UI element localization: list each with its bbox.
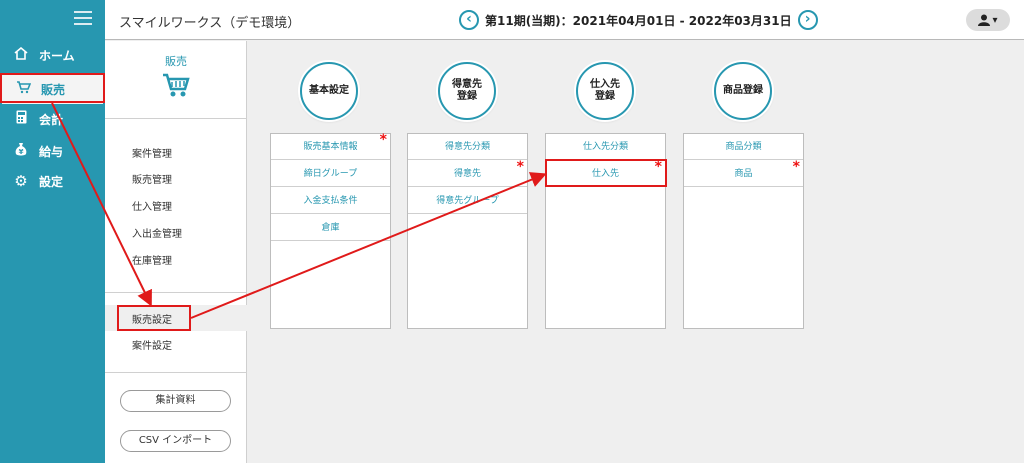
menu-item-project-management[interactable]: 案件管理 bbox=[132, 145, 172, 160]
csv-import-button[interactable]: CSV インポート bbox=[120, 430, 231, 452]
chevron-left-icon[interactable]: ‹ bbox=[459, 10, 479, 30]
app-title: スマイルワークス（デモ環境） bbox=[119, 16, 301, 31]
top-header: スマイルワークス（デモ環境） ‹ 第11期(当期)：2021年04月01日 - … bbox=[105, 0, 1024, 40]
supplier-title-line1: 仕入先 bbox=[590, 79, 620, 90]
customer-registration-box: 得意先分類 得意先 * 得意先グループ bbox=[407, 133, 528, 329]
nav-label-payroll: 給与 bbox=[39, 144, 64, 159]
row-sales-basic-info[interactable]: 販売基本情報 * bbox=[271, 132, 390, 160]
menu-item-sales-management[interactable]: 販売管理 bbox=[132, 171, 172, 186]
row-label: 得意先グループ bbox=[436, 196, 499, 206]
row-label: 仕入先分類 bbox=[582, 142, 628, 152]
menu-label-project-settings: 案件設定 bbox=[132, 340, 172, 352]
caret-down-icon: ▾ bbox=[992, 14, 998, 26]
row-warehouse[interactable]: 倉庫 bbox=[271, 215, 390, 241]
menu-item-cash-management[interactable]: 入出金管理 bbox=[132, 225, 182, 240]
supplier-title-line2: 登録 bbox=[595, 91, 615, 102]
row-product-category[interactable]: 商品分類 bbox=[684, 134, 803, 160]
nav-item-settings[interactable]: ⚙ 設定 bbox=[0, 166, 105, 196]
row-label: 得意先 bbox=[453, 169, 481, 179]
calculator-icon bbox=[12, 110, 30, 128]
required-mark: * bbox=[792, 159, 800, 175]
nav-item-accounting[interactable]: 会計 bbox=[0, 104, 105, 134]
required-mark: * bbox=[379, 132, 387, 148]
nav-label-settings: 設定 bbox=[39, 174, 64, 189]
user-menu-button[interactable]: ▾ bbox=[966, 9, 1010, 31]
money-bag-icon: ¥ bbox=[12, 142, 30, 161]
chevron-right-icon[interactable]: › bbox=[797, 10, 818, 30]
row-label: 商品分類 bbox=[725, 142, 762, 152]
row-label: 商品 bbox=[734, 169, 753, 179]
period-selector: ‹ 第11期(当期)：2021年04月01日 - 2022年03月31日 › bbox=[459, 10, 818, 30]
row-payment-terms[interactable]: 入金支払条件 bbox=[271, 188, 390, 214]
product-registration-circle: 商品登録 bbox=[714, 62, 772, 120]
nav-item-payroll[interactable]: ¥ 給与 bbox=[0, 136, 105, 166]
row-customer[interactable]: 得意先 * bbox=[408, 159, 527, 187]
nav-label-home: ホーム bbox=[39, 48, 75, 63]
annotation-box-sales-settings bbox=[117, 305, 191, 331]
subpanel-buttons: 集計資料 CSV インポート bbox=[105, 372, 247, 463]
menu-item-purchase-management[interactable]: 仕入管理 bbox=[132, 198, 172, 213]
row-customer-group[interactable]: 得意先グループ bbox=[408, 188, 527, 214]
home-icon bbox=[12, 46, 30, 64]
basic-settings-title: 基本設定 bbox=[309, 85, 349, 96]
row-product[interactable]: 商品 * bbox=[684, 159, 803, 187]
basic-settings-box: 販売基本情報 * 締日グループ 入金支払条件 倉庫 bbox=[270, 132, 391, 329]
row-label: 得意先分類 bbox=[444, 142, 490, 152]
summary-report-button[interactable]: 集計資料 bbox=[120, 390, 231, 412]
customer-title-line2: 登録 bbox=[457, 91, 477, 102]
row-supplier-category[interactable]: 仕入先分類 bbox=[546, 134, 665, 160]
gear-icon: ⚙ bbox=[14, 172, 28, 190]
cart-icon bbox=[163, 73, 190, 97]
period-label: 第11期(当期)：2021年04月01日 - 2022年03月31日 bbox=[485, 13, 792, 28]
subpanel-header: 販売 bbox=[105, 41, 247, 119]
user-icon bbox=[978, 14, 991, 26]
product-title: 商品登録 bbox=[723, 85, 763, 96]
customer-registration-circle: 得意先 登録 bbox=[438, 62, 496, 120]
nav-label-accounting: 会計 bbox=[39, 112, 64, 127]
menu-item-inventory-management[interactable]: 在庫管理 bbox=[132, 252, 172, 267]
required-mark: * bbox=[516, 159, 524, 175]
menu-item-project-settings[interactable]: 案件設定 bbox=[105, 331, 247, 357]
annotation-box-sales-nav bbox=[0, 73, 105, 103]
sales-subpanel: 販売 案件管理 販売管理 仕入管理 入出金管理 在庫管理 販売設定 案件設定 集… bbox=[105, 41, 247, 463]
row-label: 販売基本情報 bbox=[303, 142, 358, 152]
row-customer-category[interactable]: 得意先分類 bbox=[408, 134, 527, 160]
row-label: 締日グループ bbox=[303, 169, 358, 179]
main-nav: ホーム 販売 会計 ¥ 給与 ⚙ 設定 bbox=[0, 0, 105, 463]
basic-settings-circle: 基本設定 bbox=[300, 62, 358, 120]
hamburger-menu-icon[interactable] bbox=[74, 11, 92, 25]
row-closing-group[interactable]: 締日グループ bbox=[271, 161, 390, 187]
customer-title-line1: 得意先 bbox=[452, 79, 482, 90]
subpanel-title: 販売 bbox=[165, 55, 187, 68]
row-label: 入金支払条件 bbox=[303, 196, 358, 206]
annotation-box-supplier bbox=[545, 159, 667, 187]
settings-menu: 販売設定 案件設定 bbox=[105, 292, 247, 372]
product-registration-box: 商品分類 商品 * bbox=[683, 133, 804, 329]
row-label: 倉庫 bbox=[321, 223, 340, 233]
nav-item-home[interactable]: ホーム bbox=[0, 40, 105, 70]
svg-text:¥: ¥ bbox=[19, 148, 24, 156]
supplier-registration-circle: 仕入先 登録 bbox=[576, 62, 634, 120]
